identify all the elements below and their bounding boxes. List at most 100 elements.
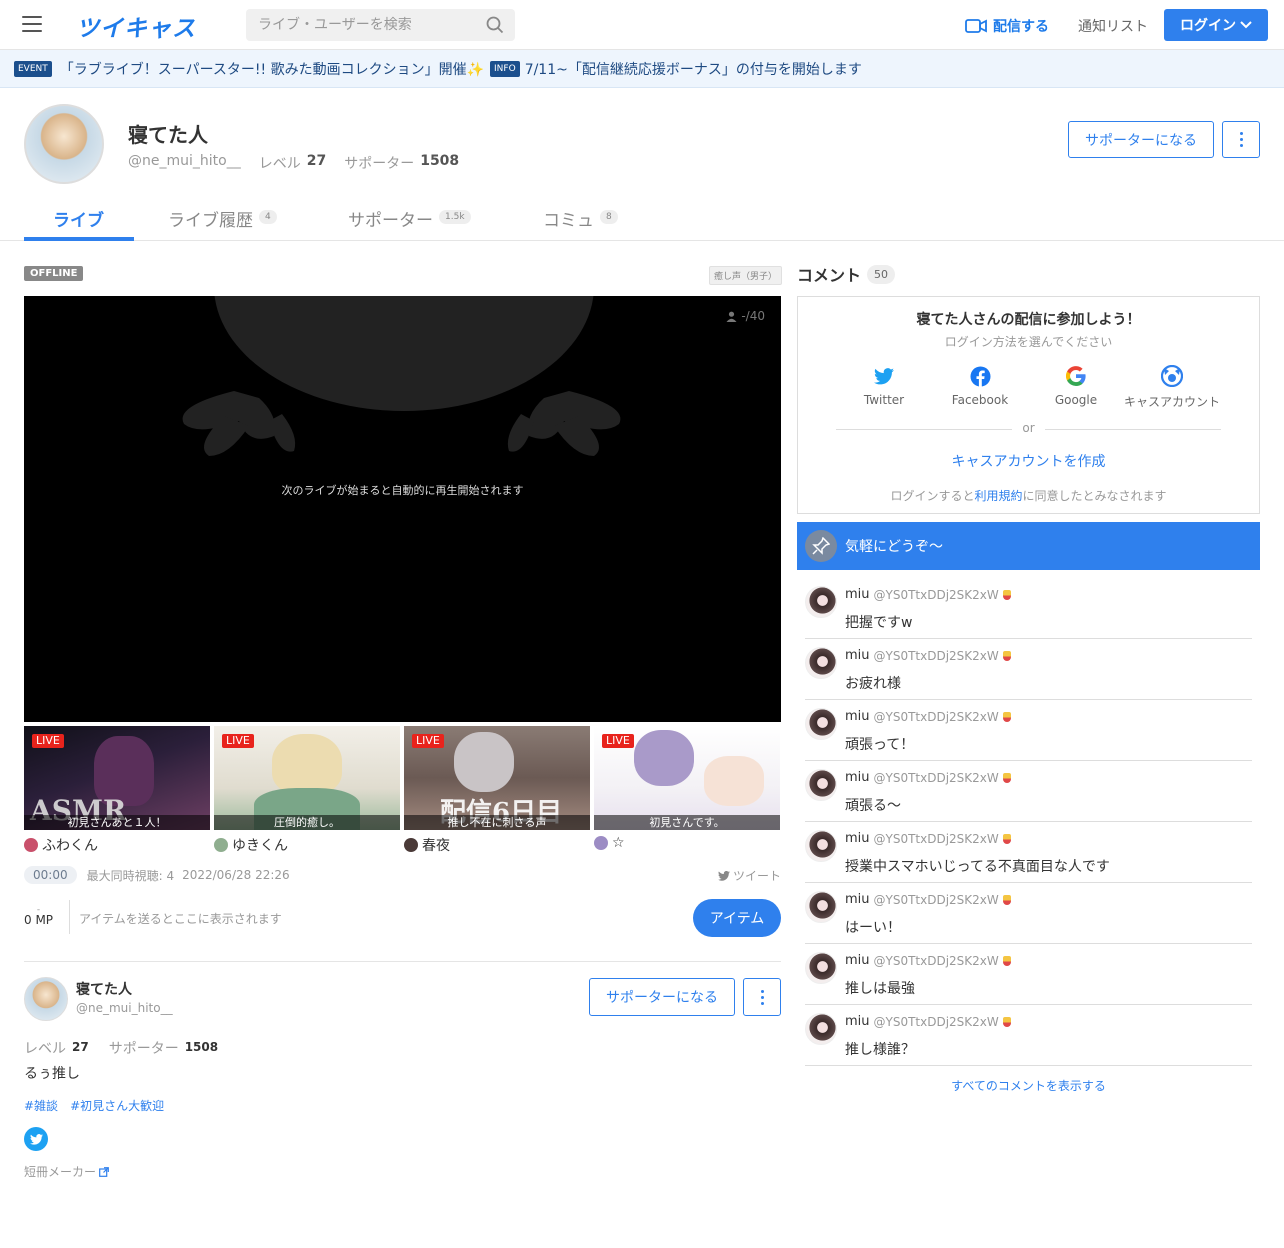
commenter-avatar[interactable] [805,891,837,923]
tanzaku-maker-link[interactable]: 短冊メーカー [24,1163,109,1180]
login-twitter[interactable]: Twitter [836,365,932,407]
live-user: 春夜 [404,835,590,855]
commenter-avatar[interactable] [805,830,837,862]
comments-count: 50 [867,264,896,284]
video-player[interactable]: -/40 次のライブが始まると自動的に再生開始されます [24,296,781,722]
tag-link[interactable]: #初見さん大歓迎 [70,1097,164,1114]
medal-icon [1002,833,1011,844]
pushpin-icon [812,537,830,555]
event-link[interactable]: 「ラブライブ！スーパースター!! 歌みた動画コレクション」開催✨ [60,59,484,79]
medal-icon [1002,711,1011,722]
tab-live[interactable]: ライブ [53,194,104,241]
tag-link[interactable]: #雑談 [24,1097,58,1114]
recommended-live-card[interactable]: 配信6日目 LIVE 推し不在に刺さる声 春夜 [404,726,590,855]
commenter: miu @YS0TtxDDj2SK2xW [845,709,1011,724]
comment-item[interactable]: miu @YS0TtxDDj2SK2xW 頑張って！ [805,700,1252,761]
comment-item[interactable]: miu @YS0TtxDDj2SK2xW 推しは最強 [805,944,1252,1005]
comment-item[interactable]: miu @YS0TtxDDj2SK2xW お疲れ様 [805,639,1252,700]
level-value: 27 [72,1040,89,1054]
item-button[interactable]: アイテム [693,899,781,937]
more-options-button[interactable] [1222,121,1260,158]
search-input[interactable] [246,9,515,41]
info-link[interactable]: 7/11~「配信継続応援ボーナス」の付与を開始します [525,59,862,79]
profile-card-meta: レベル 27 サポーター 1508 [24,1038,232,1058]
comment-text: 頑張る〜 [845,798,901,814]
comment-item[interactable]: miu @YS0TtxDDj2SK2xW 把握ですw [805,578,1252,639]
profile-tags: #雑談 #初見さん大歓迎 [24,1097,164,1114]
live-user: ☆ [594,835,780,851]
terms-prefix: ログインすると [890,489,975,503]
pinned-text: 気軽にどうぞ〜 [845,539,943,555]
login-label: ログイン [1180,18,1236,34]
avatar[interactable] [24,977,68,1021]
live-thumbnail: LIVE 圧倒的癒し。 [214,726,400,830]
live-info-row: 00:00 最大同時視聴: 4 2022/06/28 22:26 ツイート [24,865,781,885]
commenter-avatar[interactable] [805,952,837,984]
commenter-avatar[interactable] [805,769,837,801]
or-separator: or [798,421,1259,436]
comment-item[interactable]: miu @YS0TtxDDj2SK2xW はーい！ [805,883,1252,944]
profile-name: 寝てた人 [128,123,208,147]
more-options-button[interactable] [743,978,781,1016]
provider-label: Twitter [863,393,905,407]
recommended-live-card[interactable]: LIVE 圧倒的癒し。 ゆきくん [214,726,400,855]
character-art [454,732,514,792]
recommended-live-card[interactable]: LIVE 初見さんです。 ☆ [594,726,780,851]
login-cas-account[interactable]: キャスアカウント [1124,365,1220,410]
medal-icon [1002,1016,1011,1027]
profile-card-name[interactable]: 寝てた人 [76,979,132,999]
twitter-icon [29,1133,43,1145]
commenter-name: miu [845,831,870,846]
tweet-button[interactable]: ツイート [717,867,781,884]
character-art [704,756,764,806]
category-tag[interactable]: 癒し声（男子） [709,266,783,285]
tab-count: 1.5k [439,210,471,224]
commenter-avatar[interactable] [805,708,837,740]
menu-icon[interactable] [22,16,42,32]
divider [24,961,781,962]
twitter-profile-button[interactable] [24,1127,48,1151]
comment-text: 頑張って！ [845,737,915,753]
tab-history[interactable]: ライブ履歴 4 [168,194,277,241]
commenter-avatar[interactable] [805,1013,837,1045]
commenter: miu @YS0TtxDDj2SK2xW [845,953,1011,968]
viewer-count: -/40 [726,309,765,323]
tab-community[interactable]: コミュ 8 [543,194,618,241]
info-badge: INFO [490,60,520,77]
terms-link[interactable]: 利用規約 [974,489,1022,503]
profile-meta: @ne_mui_hito__ レベル 27 サポーター 1508 [128,153,471,173]
news-ticker: EVENT 「ラブライブ！スーパースター!! 歌みた動画コレクション」開催✨ I… [0,50,1284,88]
notify-list-link[interactable]: 通知リスト [1078,16,1148,36]
character-art [272,734,342,794]
mp-display: - 0 MP [24,906,53,928]
commenter-id: @YS0TtxDDj2SK2xW [873,892,999,907]
tweet-label: ツイート [732,869,781,883]
search-icon[interactable] [486,16,504,34]
commenter: miu @YS0TtxDDj2SK2xW [845,1014,1011,1029]
broadcast-button[interactable]: 配信する [965,16,1049,36]
become-supporter-button[interactable]: サポーターになる [1068,121,1214,158]
comment-list: miu @YS0TtxDDj2SK2xW 把握ですw miu @YS0TtxDDj2S… [805,578,1252,1066]
comments-title: コメント [797,266,862,285]
comment-item[interactable]: miu @YS0TtxDDj2SK2xW 推し様誰？ [805,1005,1252,1066]
user-avatar [404,838,418,852]
profile-bio: るぅ推し [24,1066,80,1082]
active-tab-indicator [24,237,134,241]
live-thumbnail: ASMR LIVE 初見さんあと１人！ [24,726,210,830]
character-art [634,730,694,786]
become-supporter-button[interactable]: サポーターになる [589,978,735,1016]
commenter-name: miu [845,587,870,602]
login-facebook[interactable]: Facebook [932,365,1028,407]
login-google[interactable]: Google [1028,365,1124,407]
commenter-avatar[interactable] [805,647,837,679]
avatar[interactable] [24,104,104,184]
show-all-comments-link[interactable]: すべてのコメントを表示する [797,1077,1260,1094]
site-logo[interactable]: ツイキャス [76,9,196,43]
login-button[interactable]: ログイン [1164,9,1268,41]
recommended-live-card[interactable]: ASMR LIVE 初見さんあと１人！ ふわくん [24,726,210,855]
comment-item[interactable]: miu @YS0TtxDDj2SK2xW 授業中スマホいじってる不真面目な人です [805,822,1252,883]
commenter-avatar[interactable] [805,586,837,618]
create-account-link[interactable]: キャスアカウントを作成 [798,451,1259,471]
tab-supporters[interactable]: サポーター 1.5k [348,194,471,241]
comment-item[interactable]: miu @YS0TtxDDj2SK2xW 頑張る〜 [805,761,1252,822]
